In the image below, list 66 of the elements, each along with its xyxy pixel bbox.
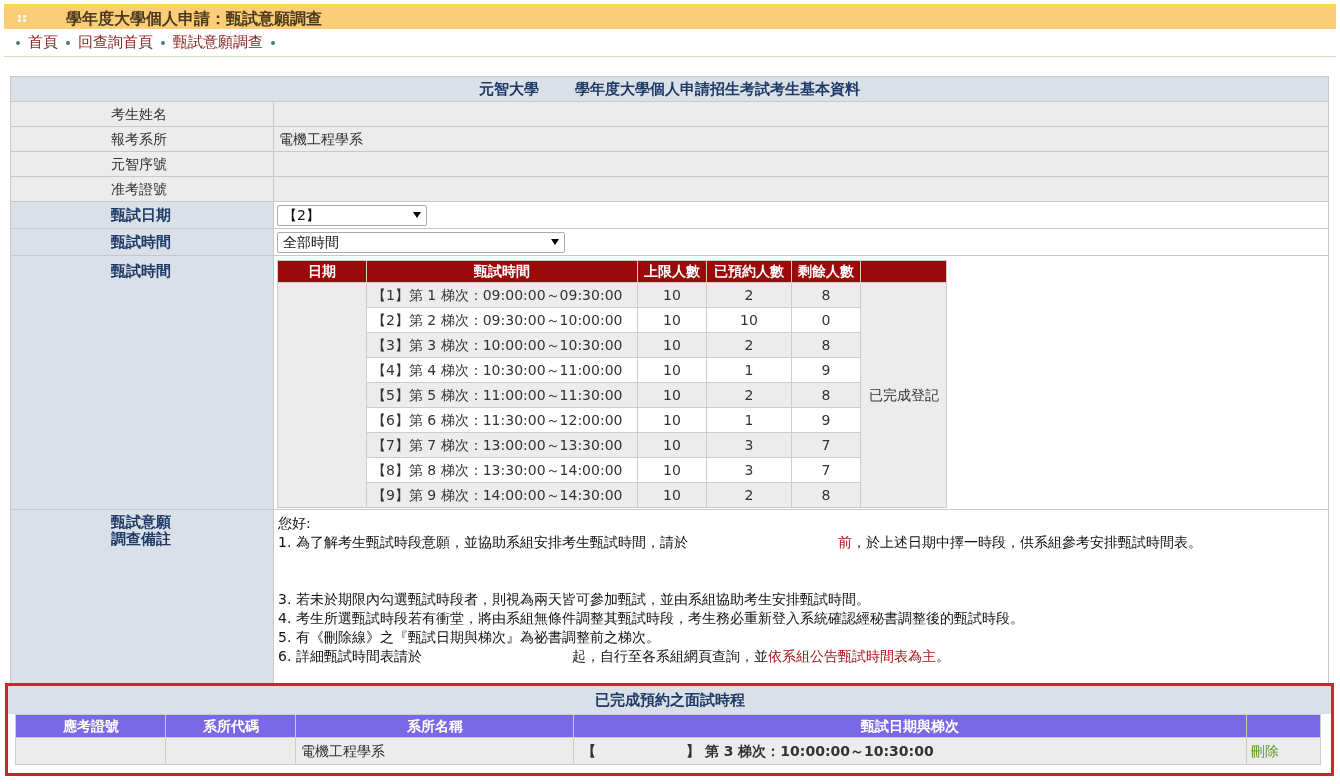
column-header: 上限人數: [637, 260, 707, 283]
breadcrumb-link[interactable]: 甄試意願調查: [173, 31, 263, 54]
column-header: 甄試日期與梯次: [573, 714, 1247, 738]
note-text: 5. 有《刪除線》之『甄試日期與梯次』為祕書調整前之梯次。: [278, 628, 661, 647]
table-cell: 2: [706, 332, 792, 358]
table-cell: 【5】第 5 梯次：11:00:00～11:30:00: [366, 382, 638, 408]
bullet-icon: [161, 40, 165, 45]
table-cell: 3: [706, 457, 792, 483]
table-cell: 1: [706, 407, 792, 433]
column-header: 系所代碼: [165, 714, 296, 738]
field-label: 元智序號: [111, 154, 167, 174]
table-cell: 【2】第 2 梯次：09:30:00～10:00:00: [366, 307, 638, 333]
table-cell: 10: [706, 307, 792, 333]
field-label: 甄試時間: [111, 262, 171, 280]
grid-icon: [18, 14, 26, 23]
field-label: 調查備註: [111, 531, 172, 548]
field-label: 甄試日期: [111, 204, 171, 226]
table-heading: 學年度大學個人申請招生考試考生基本資料: [575, 78, 860, 100]
panel-title: 已完成預約之面試時程: [594, 689, 745, 711]
table-cell-text: 】 第 3 梯次：10:00:00～10:30:00: [686, 741, 934, 761]
table-cell-text: 【: [582, 741, 596, 761]
table-cell: 1: [706, 357, 792, 383]
field-label: 甄試意願: [111, 514, 172, 531]
table-cell: 3: [706, 432, 792, 458]
note-text: 1. 為了解考生甄試時段意願，並協助系組安排考生甄試時間，請於 前，於上述日期中擇一時段，供系組參考安排甄試時間表。: [278, 533, 1203, 552]
table-cell: 2: [706, 382, 792, 408]
bullet-icon: [271, 40, 275, 45]
field-label: 報考系所: [111, 129, 167, 149]
table-cell: 【1】第 1 梯次：09:00:00～09:30:00: [366, 282, 638, 308]
note-text: 6. 詳細甄試時間表請於 起，自行至各系組網頁查詢，並依系組公告甄試時間表為主。: [278, 647, 951, 666]
table-cell: 【7】第 7 梯次：13:00:00～13:30:00: [366, 432, 638, 458]
caret-icon: [413, 212, 421, 218]
dropdown[interactable]: 【2】: [277, 204, 427, 226]
table-cell: 【6】第 6 梯次：11:30:00～12:00:00: [366, 407, 638, 433]
table-cell: 2: [706, 482, 792, 508]
table-heading: 元智大學: [479, 78, 539, 100]
note-text: 4. 考生所選甄試時段若有衝堂，將由系組無條件調整其甄試時段，考生務必重新登入系統確認經秘書調整後的甄試時段。: [278, 609, 1025, 628]
note-text: 3. 若未於期限內勾選甄試時段者，則視為兩天皆可參加甄試，並由系組協助考生安排甄試時間。: [278, 590, 871, 609]
page-title: 學年度大學個人申請：甄試意願調查: [66, 7, 322, 30]
field-label: 甄試時間: [111, 231, 171, 253]
breadcrumb-link[interactable]: 回查詢首頁: [78, 31, 153, 54]
table-cell: 已完成登記: [860, 282, 947, 508]
table-cell: 電機工程學系: [295, 737, 574, 765]
field-value: 電機工程學系: [279, 129, 363, 149]
note-link[interactable]: 依系組公告甄試時間表為主: [767, 648, 936, 664]
column-header: 系所名稱: [295, 714, 574, 738]
dropdown[interactable]: 全部時間: [277, 231, 565, 253]
table-cell: 2: [706, 282, 792, 308]
table-cell: 【8】第 8 梯次：13:30:00～14:00:00: [366, 457, 638, 483]
bullet-icon: [16, 40, 20, 45]
highlight-text: 前: [837, 533, 852, 552]
note-text: 您好:: [278, 514, 312, 533]
caret-icon: [551, 239, 559, 245]
breadcrumb-link[interactable]: 首頁: [28, 31, 58, 54]
field-label: 考生姓名: [111, 104, 167, 124]
column-header: 日期: [277, 260, 367, 283]
note-text: 起，自行至各系組網頁查詢，並: [571, 647, 768, 666]
column-header: 應考證號: [15, 714, 166, 738]
column-header: 剩餘人數: [791, 260, 861, 283]
table-cell: 【9】第 9 梯次：14:00:00～14:30:00: [366, 482, 638, 508]
column-header: 已預約人數: [706, 260, 792, 283]
field-label: 准考證號: [111, 179, 167, 199]
bullet-icon: [66, 40, 70, 45]
table-cell: 【4】第 4 梯次：10:30:00～11:00:00: [366, 357, 638, 383]
table-cell: 【3】第 3 梯次：10:00:00～10:30:00: [366, 332, 638, 358]
column-header: 甄試時間: [366, 260, 638, 283]
